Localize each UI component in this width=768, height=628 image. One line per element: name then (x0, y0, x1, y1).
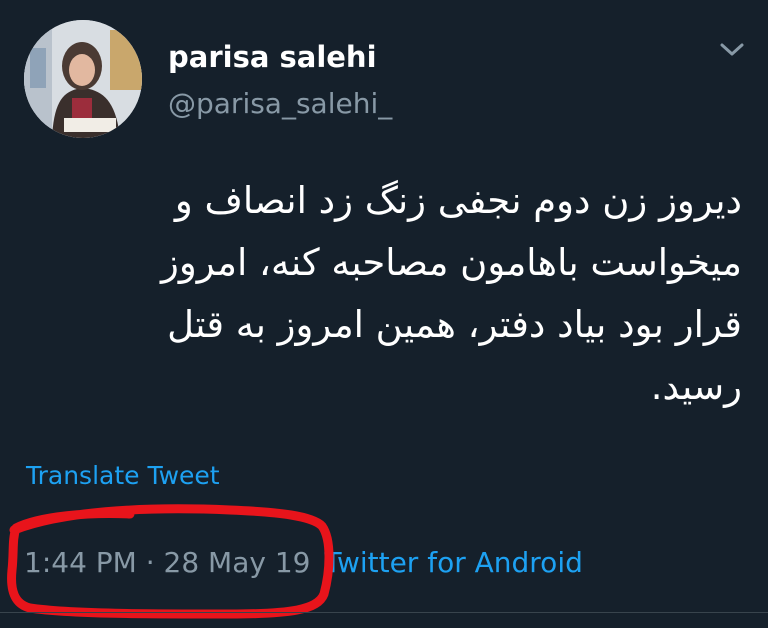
avatar[interactable] (24, 20, 142, 138)
tweet-timestamp[interactable]: 1:44 PM · 28 May 19 (24, 546, 310, 579)
profile-photo (24, 20, 142, 138)
author-display-name[interactable]: parisa salehi (168, 40, 377, 74)
tweet-meta: 1:44 PM · 28 May 19 Twitter for Android (24, 546, 583, 579)
chevron-down-icon[interactable] (719, 40, 745, 60)
tweet-text: دیروز زن دوم نجفی زنگ زد انصاف و میخواست… (161, 179, 742, 408)
translate-tweet-link[interactable]: Translate Tweet (26, 461, 220, 490)
divider (0, 612, 768, 613)
tweet-source-link[interactable]: Twitter for Android (324, 546, 582, 579)
author-handle[interactable]: @parisa_salehi_ (168, 87, 392, 120)
